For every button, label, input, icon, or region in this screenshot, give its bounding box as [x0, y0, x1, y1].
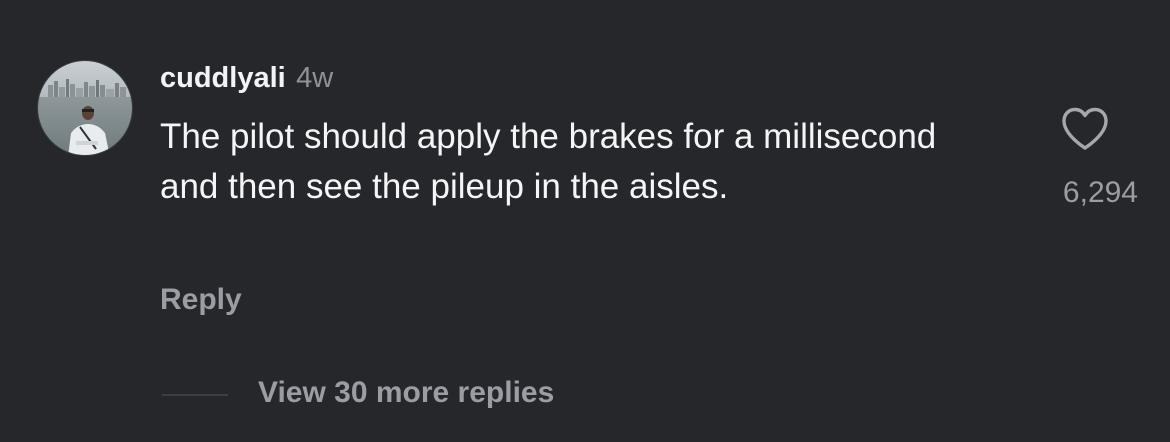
comment-item: cuddlyali 4w The pilot should apply the …	[0, 0, 1170, 442]
replies-divider	[162, 394, 228, 396]
comment-header: cuddlyali 4w	[160, 58, 333, 98]
reply-button[interactable]: Reply	[160, 280, 242, 320]
comment-text: The pilot should apply the brakes for a …	[160, 117, 937, 206]
view-more-replies-button[interactable]: View 30 more replies	[258, 373, 554, 413]
heart-outline-icon[interactable]	[1060, 106, 1110, 152]
like-count: 6,294	[1062, 176, 1138, 209]
avatar[interactable]	[37, 60, 133, 156]
like-area: 6,294	[1010, 98, 1160, 218]
comment-timestamp: 4w	[296, 62, 334, 94]
username[interactable]: cuddlyali	[160, 62, 286, 94]
avatar-image	[38, 61, 132, 155]
